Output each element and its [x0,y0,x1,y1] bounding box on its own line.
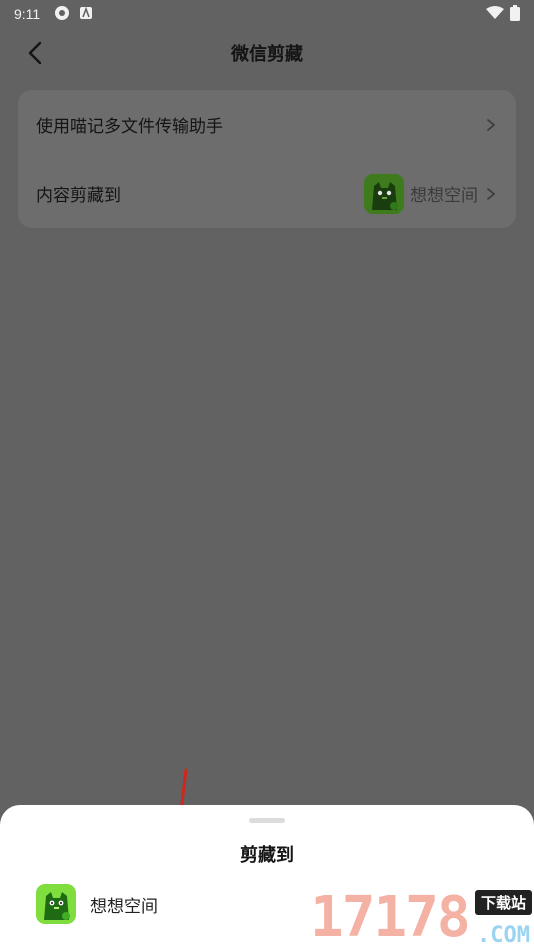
status-icons-right [486,4,520,24]
watermark-domain: .COM [477,923,530,948]
battery-icon [510,4,520,24]
status-time: 9:11 [14,6,41,22]
cat-space-icon [364,173,404,214]
navigation-bar: 微信剪藏 [0,28,534,76]
page-title: 微信剪藏 [231,44,303,64]
status-bar: 9:11 [0,0,534,28]
chevron-right-icon [487,187,496,200]
sheet-item-space[interactable]: 想想空间 [36,883,276,925]
a-badge-icon [80,6,93,22]
watermark-tag: 下载站 [474,890,532,915]
sheet-drag-handle[interactable] [249,818,285,823]
sheet-title: 剪藏到 [240,845,294,865]
wifi-icon [486,5,504,23]
row-value: 想想空间 [410,186,478,205]
watermark-logo: 17178 下载站 .COM [308,886,534,950]
settings-card: 使用喵记多文件传输助手 内容剪藏到 想想空间 [18,90,516,228]
status-icons-left [54,5,93,24]
row-label: 内容剪藏到 [36,186,121,205]
radar-icon [54,5,70,24]
row-file-transfer-assistant[interactable]: 使用喵记多文件传输助手 [18,90,516,159]
watermark-numbers: 17178 [310,885,471,950]
row-label: 使用喵记多文件传输助手 [36,117,223,136]
chevron-right-icon [487,118,496,131]
row-clip-destination[interactable]: 内容剪藏到 想想空间 [18,159,516,228]
cat-space-icon [36,884,76,924]
sheet-item-label: 想想空间 [90,896,158,916]
